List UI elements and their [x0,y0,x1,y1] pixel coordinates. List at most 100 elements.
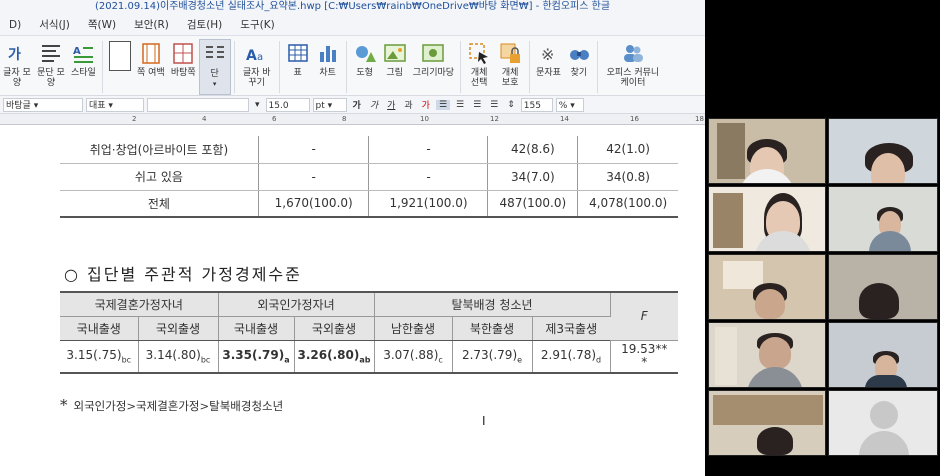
svg-text:가: 가 [8,47,21,63]
participant-video[interactable] [708,186,826,252]
cell-subscript: c [438,355,443,365]
page-margin-button[interactable]: 쪽 여백 [134,39,168,95]
line-spacing-icon[interactable]: ⇕ [504,100,518,110]
font-size-unit-select[interactable]: pt ▾ [312,97,347,112]
symbol-button[interactable]: ※ 문자표 [533,39,564,95]
paragraph-shape-button[interactable]: 문단 모양 [34,39,68,95]
menu-item-tools[interactable]: 도구(K) [231,17,283,32]
style-select[interactable]: 바탕글 ▾ [3,97,83,112]
table-cell: 전체 [60,190,259,218]
drawing-gallery-button[interactable]: 그리기마당 [410,39,457,95]
footnote-text: 외국인가정>국제결혼가정>탈북배경청소년 [73,399,284,413]
table-header-row: 국제결혼가정자녀 외국인가정자녀 탈북배경 청소년 F [60,291,678,341]
menu-item-d[interactable]: D) [0,19,30,31]
align-left-button[interactable]: ☰ [453,100,467,110]
cell-value: 3.07(.88) [383,348,439,363]
cell-value: 2.91(.78) [540,348,597,363]
change-char-button[interactable]: Aa 글자 바꾸기 [238,39,276,95]
find-button[interactable]: 찾기 [564,39,594,95]
cell-subscript: bc [121,355,132,365]
style-icon: A [71,41,95,65]
char-shape-button[interactable]: 가 글자 모양 [0,39,34,95]
chart-button[interactable]: 차트 [313,39,343,95]
participant-video[interactable] [708,254,826,320]
economic-level-table: 국제결혼가정자녀 외국인가정자녀 탈북배경 청소년 F 국내출생 국외출생 국내… [60,291,678,374]
strikethrough-button[interactable]: 과 [401,98,415,111]
master-page-icon [171,41,195,65]
table-button[interactable]: 표 [283,39,313,95]
table-cell: 19.53** * [610,340,678,374]
participant-video[interactable] [708,118,826,184]
shape-button[interactable]: 도형 [350,39,380,95]
cell-value: 3.35(.79) [222,348,285,363]
svg-text:a: a [257,52,263,63]
ruler-tick: 10 [420,115,429,123]
cell-subscript: e [517,355,523,365]
menu-item-review[interactable]: 검토(H) [178,17,231,32]
menu-item-page[interactable]: 쪽(W) [79,17,125,32]
table-cell: - [368,163,489,191]
master-page-button[interactable]: 바탕쪽 [168,39,199,95]
format-toolbar: 바탕글 ▾ 대표 ▾ ▾ 15.0 pt ▾ 가 가 가 과 가 ☰ ☰ ☰ ☰… [0,96,705,114]
table-cell: 3.14(.80)bc [138,340,219,374]
ribbon-separator [101,41,103,93]
participant-video[interactable] [828,254,938,320]
participant-video[interactable] [828,118,938,184]
align-center-button[interactable]: ☰ [470,100,484,110]
menu-item-format[interactable]: 서식(J) [30,17,79,32]
align-right-button[interactable]: ☰ [487,100,501,110]
page-button[interactable] [106,39,134,95]
table-header-cell: 국외출생 [138,316,219,341]
font-size-input[interactable]: 15.0 [265,97,310,112]
zoom-input[interactable]: 155 [520,97,553,112]
align-justify-button[interactable]: ☰ [435,99,451,110]
menu-item-security[interactable]: 보안(R) [125,17,178,32]
office-communicator-button[interactable]: 오피스 커뮤니케이터 [601,39,665,95]
ribbon-separator [345,41,347,93]
picture-button[interactable]: 그림 [380,39,410,95]
participant-video[interactable] [828,186,938,252]
ribbon-separator [596,41,598,93]
bold-button[interactable]: 가 [350,98,364,111]
find-icon [567,41,591,65]
underline-button[interactable]: 가 [384,98,398,111]
ribbon-separator [529,41,531,93]
char-shape-icon: 가 [5,41,29,65]
table-header-cell: 국내출생 [218,316,295,341]
ruler-tick: 2 [132,115,137,123]
document-page[interactable]: 취업·창업(아르바이트 포함) - - 42(8.6) 42(1.0) 쉬고 있… [0,136,705,476]
italic-button[interactable]: 가 [367,98,381,111]
style-button[interactable]: A 스타일 [68,39,99,95]
page-margin-icon [139,41,163,65]
cell-subscript: ab [359,355,371,365]
table-cell: 2.73(.79)e [452,340,533,374]
table-cell: 34(0.8) [577,163,678,191]
participant-avatar-placeholder[interactable] [828,390,938,456]
table-row: 취업·창업(아르바이트 포함) - - 42(8.6) 42(1.0) [60,136,678,164]
cell-value: 3.14(.80) [145,348,201,363]
ruler-tick: 16 [630,115,639,123]
font-size-stepper[interactable]: ▾ [252,100,263,110]
table-cell: 3.35(.79)a [218,340,295,374]
table-header-cell: 국제결혼가정자녀 [60,291,219,317]
font-lang-select[interactable]: 대표 ▾ [86,97,144,112]
font-color-button[interactable]: 가 [419,98,433,111]
cell-value: 3.26(.80) [297,348,360,363]
svg-text:A: A [246,48,257,64]
font-select[interactable] [147,97,249,112]
horizontal-ruler[interactable]: 2 4 6 8 10 12 14 16 18 [0,114,705,125]
table-row: 3.15(.75)bc 3.14(.80)bc 3.35(.79)a 3.26(… [60,340,678,374]
cell-value: 2.73(.79) [461,348,518,363]
hwp-window: (2021.09.14)이주배경청소년 실태조사_요약본.hwp [C:₩Use… [0,0,705,476]
object-protect-button[interactable]: 개체 보호 [494,39,526,95]
object-select-button[interactable]: 개체 선택 [464,39,494,95]
zoom-unit-select[interactable]: % ▾ [555,97,584,112]
columns-button[interactable]: 단 ▾ [198,39,231,95]
svg-text:A: A [73,46,81,57]
participant-video[interactable] [708,390,826,456]
participant-video[interactable] [708,322,826,388]
ribbon-separator [278,41,280,93]
cell-value: 3.15(.75) [66,348,122,363]
ruler-tick: 8 [342,115,347,123]
participant-video[interactable] [828,322,938,388]
